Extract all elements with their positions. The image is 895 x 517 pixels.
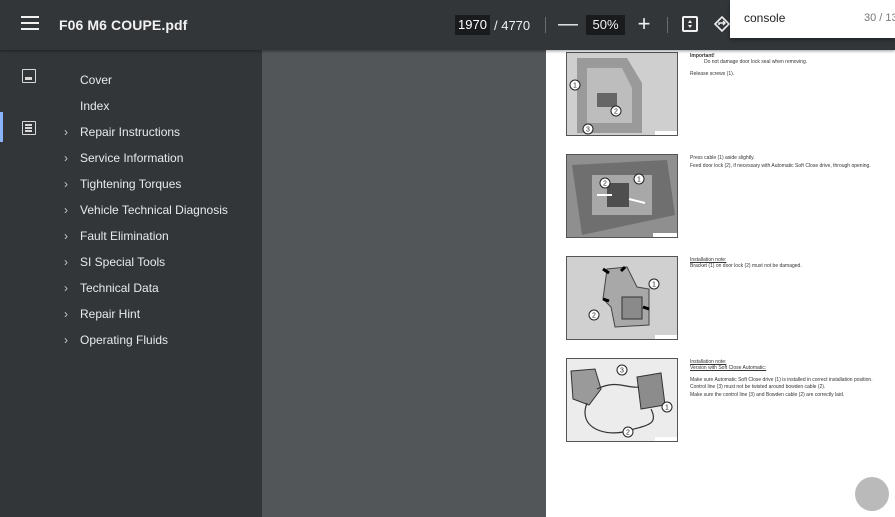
- svg-text:1: 1: [573, 83, 577, 90]
- block-text: Make sure the control line (3) and Bowde…: [690, 391, 845, 398]
- document-title: F06 M6 COUPE.pdf: [59, 17, 188, 33]
- svg-text:1: 1: [652, 282, 656, 289]
- figure-door-lock-cable: 2 1: [566, 154, 678, 238]
- chevron-right-icon[interactable]: ›: [64, 229, 68, 243]
- outline-item-label: Vehicle Technical Diagnosis: [80, 203, 228, 217]
- svg-text:1: 1: [637, 177, 641, 184]
- zoom-level-input[interactable]: 50%: [586, 15, 625, 35]
- outline-item-operating-fluids[interactable]: › Operating Fluids: [58, 330, 262, 350]
- rotate-icon[interactable]: [714, 16, 730, 32]
- pdf-page: 1 2 3 Important! Do not damage door lock…: [546, 50, 895, 517]
- outline-item-label: Technical Data: [80, 281, 159, 295]
- outline-item-label: SI Special Tools: [80, 255, 166, 269]
- block-text: Make sure Automatic Soft Close drive (1)…: [690, 377, 873, 390]
- document-outline: Cover Index › Repair Instructions › Servic…: [58, 50, 262, 517]
- find-result-count: 30 / 13: [864, 12, 895, 24]
- outline-item-label: Cover: [80, 73, 113, 87]
- chevron-right-icon[interactable]: ›: [64, 255, 68, 269]
- svg-text:1: 1: [665, 405, 669, 412]
- svg-text:2: 2: [592, 313, 596, 320]
- chevron-right-icon[interactable]: ›: [64, 125, 68, 139]
- chevron-right-icon[interactable]: ›: [64, 307, 68, 321]
- thumbnails-icon[interactable]: [22, 69, 36, 83]
- menu-icon[interactable]: [21, 16, 39, 34]
- chevron-right-icon[interactable]: ›: [64, 203, 68, 217]
- block-subheading: Version with Soft Close Automatic:: [690, 365, 767, 372]
- figure-soft-close-drive: 3 1 2: [566, 358, 678, 442]
- instruction-block-2: Press cable (1) aside slightly. Feed doo…: [690, 155, 880, 169]
- svg-text:3: 3: [620, 368, 624, 375]
- toolbar-divider: [545, 17, 546, 33]
- figure-bracket: 1 2: [566, 256, 678, 340]
- block-text: Press cable (1) aside slightly.: [690, 155, 755, 161]
- outline-item-label: Repair Hint: [80, 307, 141, 321]
- instruction-block-3: Installation note: Bracket (1) on door l…: [690, 257, 880, 269]
- find-input[interactable]: [744, 11, 844, 25]
- zoom-in-button[interactable]: +: [635, 11, 653, 37]
- outline-item-label: Tightening Torques: [80, 177, 182, 191]
- outline-item-index[interactable]: Index: [58, 96, 262, 116]
- zoom-out-button[interactable]: —: [558, 12, 578, 36]
- block-text: Do not damage door lock seal when removi…: [704, 59, 808, 66]
- outline-item-label: Index: [80, 99, 110, 113]
- chevron-right-icon[interactable]: ›: [64, 177, 68, 191]
- outline-item-si-special-tools[interactable]: › SI Special Tools: [58, 252, 262, 272]
- chevron-right-icon[interactable]: ›: [64, 151, 68, 165]
- block-text: Release screws (1).: [690, 71, 735, 78]
- svg-text:2: 2: [603, 181, 607, 188]
- outline-item-service-information[interactable]: › Service Information: [58, 148, 262, 168]
- svg-text:2: 2: [626, 430, 630, 437]
- outline-item-label: Operating Fluids: [80, 333, 169, 347]
- sidebar-rail: [0, 50, 58, 517]
- outline-item-cover[interactable]: Cover: [58, 70, 262, 90]
- outline-item-tightening-torques[interactable]: › Tightening Torques: [58, 174, 262, 194]
- outline-item-label: Repair Instructions: [80, 125, 181, 139]
- figure-door-lock-screws: 1 2 3: [566, 52, 678, 136]
- chevron-right-icon[interactable]: ›: [64, 281, 68, 295]
- outline-item-repair-hint[interactable]: › Repair Hint: [58, 304, 262, 324]
- instruction-block-4: Installation note: Version with Soft Clo…: [690, 359, 880, 398]
- svg-text:3: 3: [586, 127, 590, 134]
- fit-to-page-icon[interactable]: [682, 16, 698, 32]
- block-text: Bracket (1) on door lock (2) must not be…: [690, 263, 802, 270]
- page-total: / 4770: [494, 18, 531, 33]
- floating-action-button[interactable]: [855, 477, 889, 511]
- outline-item-technical-data[interactable]: › Technical Data: [58, 278, 262, 298]
- active-tab-indicator: [0, 112, 3, 142]
- instruction-block-1: Important! Do not damage door lock seal …: [690, 53, 880, 78]
- outline-item-vehicle-technical-diagnosis[interactable]: › Vehicle Technical Diagnosis: [58, 200, 262, 220]
- find-bar: 30 / 13: [730, 0, 895, 38]
- outline-item-label: Fault Elimination: [80, 229, 169, 243]
- outline-item-label: Service Information: [80, 151, 184, 165]
- block-text: Feed door lock (2), if necessary with Au…: [690, 163, 871, 170]
- outline-icon[interactable]: [22, 121, 36, 135]
- outline-item-fault-elimination[interactable]: › Fault Elimination: [58, 226, 262, 246]
- page-number-input[interactable]: 1970: [455, 15, 490, 35]
- svg-text:2: 2: [614, 109, 618, 116]
- chevron-right-icon[interactable]: ›: [64, 333, 68, 347]
- toolbar-divider: [667, 17, 668, 33]
- outline-item-repair-instructions[interactable]: › Repair Instructions: [58, 122, 262, 142]
